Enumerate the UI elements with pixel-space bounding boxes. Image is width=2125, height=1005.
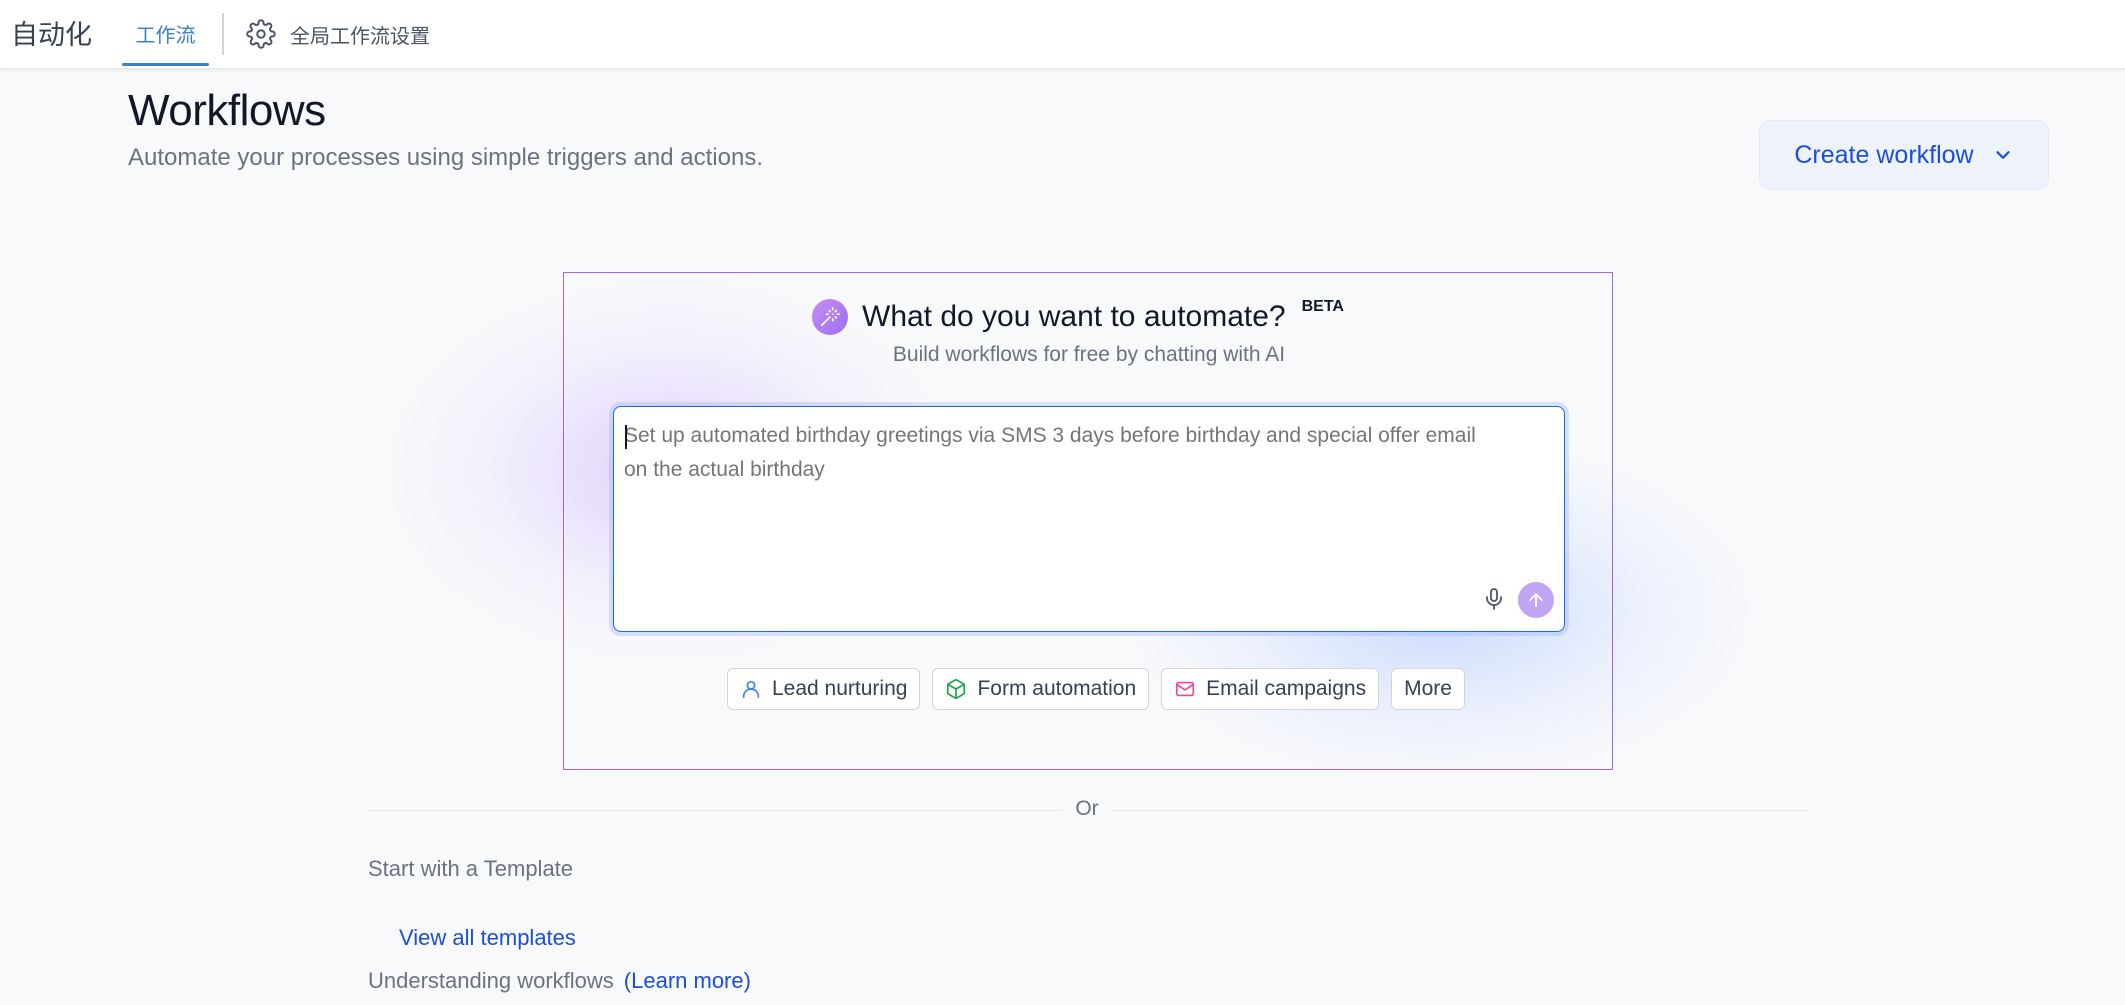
nav-divider	[222, 13, 224, 55]
divider-line	[1112, 810, 1810, 811]
tab-workflows[interactable]: 工作流	[122, 0, 209, 66]
text-caret	[625, 425, 627, 449]
mail-icon	[1176, 681, 1195, 697]
ai-title: What do you want to automate?	[862, 300, 1286, 333]
chip-label: Lead nurturing	[772, 677, 908, 700]
beta-badge: BETA	[1301, 298, 1344, 315]
or-divider: Or	[368, 797, 1810, 823]
create-workflow-button[interactable]: Create workflow	[1759, 120, 2049, 190]
send-button[interactable]	[1518, 582, 1554, 618]
learn-more-link[interactable]: (Learn more)	[624, 968, 751, 993]
active-tab-indicator	[122, 63, 209, 66]
chevron-down-icon	[1995, 151, 2010, 159]
tab-global-label: 全局工作流设置	[290, 23, 430, 48]
chip-label: Email campaigns	[1206, 677, 1367, 700]
user-icon	[742, 680, 760, 699]
magic-wand-icon	[812, 299, 848, 335]
create-workflow-label: Create workflow	[1794, 140, 1974, 169]
ai-subtitle: Build workflows for free by chatting wit…	[892, 343, 1286, 366]
suggestion-chips: Lead nurturing Form automation Email cam…	[727, 668, 1465, 710]
chip-more[interactable]: More	[1391, 668, 1465, 710]
chip-label: More	[1404, 677, 1452, 700]
chip-label: Form automation	[977, 677, 1137, 700]
view-all-templates-link[interactable]: View all templates	[399, 925, 576, 951]
microphone-icon[interactable]	[1482, 587, 1506, 611]
or-label: Or	[1075, 797, 1099, 820]
top-nav: 自动化 工作流 全局工作流设置	[0, 0, 2125, 69]
cube-icon	[947, 679, 966, 699]
template-heading: Start with a Template	[368, 856, 574, 881]
chip-form-automation[interactable]: Form automation	[932, 668, 1150, 710]
gear-icon	[246, 19, 276, 49]
ai-prompt-box	[613, 406, 1565, 632]
ai-builder-card: What do you want to automate? BETA Build…	[563, 272, 1613, 770]
tab-global-workflow-settings[interactable]: 全局工作流设置	[246, 16, 430, 52]
ai-prompt-input[interactable]	[624, 419, 1484, 569]
page-subtitle: Automate your processes using simple tri…	[128, 144, 763, 171]
app-title: 自动化	[11, 20, 92, 51]
understanding-label: Understanding workflows	[368, 968, 614, 993]
page-title: Workflows	[128, 86, 326, 135]
chip-lead-nurturing[interactable]: Lead nurturing	[727, 668, 921, 710]
ai-heading: What do you want to automate? BETA	[812, 297, 1344, 337]
understanding-workflows: Understanding workflows (Learn more)	[368, 968, 751, 994]
arrow-up-icon	[1529, 593, 1543, 607]
tab-workflows-label: 工作流	[135, 22, 196, 47]
divider-line	[368, 810, 1062, 811]
chip-email-campaigns[interactable]: Email campaigns	[1161, 668, 1380, 710]
